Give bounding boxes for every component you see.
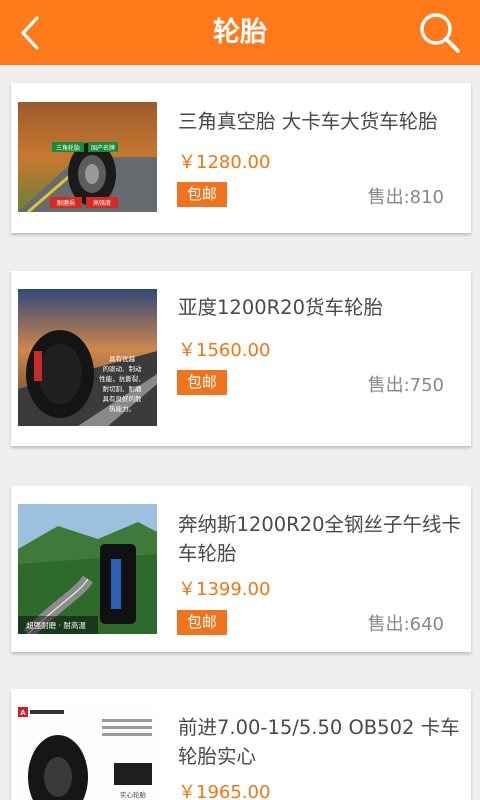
- product-price: ￥1560.00: [178, 340, 271, 361]
- app-header: 轮胎: [0, 0, 480, 65]
- product-card[interactable]: 三角轮胎 国产名牌 耐磨损 高强度 三角真空胎 大卡车大货车轮胎 ￥1280.0…: [11, 83, 471, 233]
- sold-count: 售出:750: [367, 375, 444, 396]
- product-name: 亚度1200R20货车轮胎: [178, 296, 383, 319]
- product-card[interactable]: 超强耐磨 · 耐高温 奔纳斯1200R20全钢丝子午线卡车轮胎 ￥1399.00…: [11, 486, 471, 652]
- image-label: 的驱动、制动: [103, 364, 143, 373]
- product-image: A 实心轮胎: [18, 707, 157, 800]
- image-label: 高强度: [93, 199, 111, 207]
- image-label: 性能，抗撕裂、: [99, 374, 145, 383]
- product-card[interactable]: 具有优越 的驱动、制动 性能，抗撕裂、 耐切割、耐磨 具有良好的散 热能力。 亚…: [11, 271, 471, 446]
- product-price: ￥1965.00: [178, 782, 271, 800]
- sold-count: 售出:640: [367, 614, 444, 635]
- image-label: 耐切割、耐磨: [103, 384, 143, 393]
- search-button[interactable]: [416, 9, 464, 57]
- page-title: 轮胎: [213, 17, 267, 48]
- image-label: 热能力。: [109, 404, 135, 413]
- image-label: 具有良好的散: [103, 394, 143, 403]
- product-price: ￥1399.00: [178, 579, 271, 600]
- product-name: 奔纳斯1200R20全钢丝子午线卡车轮胎: [178, 513, 461, 565]
- product-image: 具有优越 的驱动、制动 性能，抗撕裂、 耐切割、耐磨 具有良好的散 热能力。: [18, 289, 157, 426]
- image-label: 耐磨损: [57, 199, 75, 207]
- image-label: 三角轮胎: [56, 144, 80, 152]
- product-card[interactable]: A 实心轮胎 前进7.00-15/5.50 OB502 卡车轮胎实心 ￥1965…: [11, 689, 471, 800]
- search-icon: [420, 13, 460, 53]
- image-label: 实心轮胎: [120, 790, 147, 799]
- sold-count: 售出:810: [367, 187, 444, 208]
- product-image: 超强耐磨 · 耐高温: [18, 504, 157, 634]
- image-label: 国产名牌: [91, 144, 115, 152]
- product-price: ￥1280.00: [178, 152, 271, 173]
- image-label: 具有优越: [109, 354, 136, 363]
- image-label: 超强耐磨 · 耐高温: [26, 620, 86, 630]
- free-shipping-badge: 包邮: [177, 610, 227, 635]
- product-name: 三角真空胎 大卡车大货车轮胎: [178, 110, 438, 133]
- product-image: 三角轮胎 国产名牌 耐磨损 高强度: [18, 102, 157, 212]
- brand-logo: A: [20, 709, 26, 717]
- product-name: 前进7.00-15/5.50 OB502 卡车轮胎实心: [178, 716, 460, 768]
- free-shipping-badge: 包邮: [177, 370, 227, 395]
- free-shipping-badge: 包邮: [177, 182, 227, 207]
